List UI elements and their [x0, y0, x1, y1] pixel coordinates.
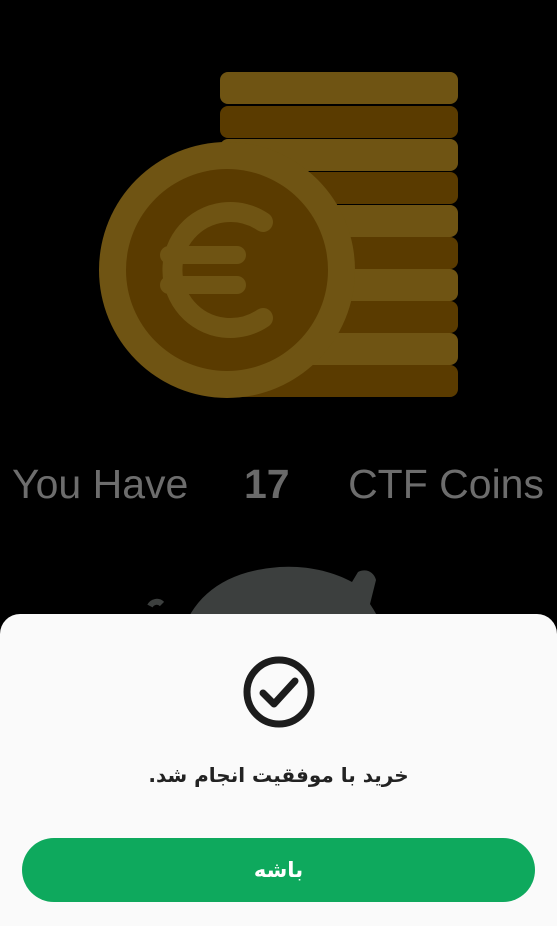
check-circle-icon	[243, 656, 315, 728]
euro-coin-stack-icon	[99, 72, 458, 398]
coin-count: 17	[244, 461, 290, 507]
balance-row: You Have 17 CTF Coins	[0, 452, 557, 516]
euro-coin	[99, 142, 355, 398]
success-dialog: خرید با موفقیت انجام شد. باشه	[0, 614, 557, 926]
success-message: خرید با موفقیت انجام شد.	[148, 763, 409, 787]
ok-button[interactable]: باشه	[22, 838, 535, 902]
screen: You Have 17 CTF Coins خرید با موفقیت انج…	[0, 0, 557, 926]
balance-prefix: You Have	[12, 461, 189, 507]
balance-suffix: CTF Coins	[348, 461, 544, 507]
